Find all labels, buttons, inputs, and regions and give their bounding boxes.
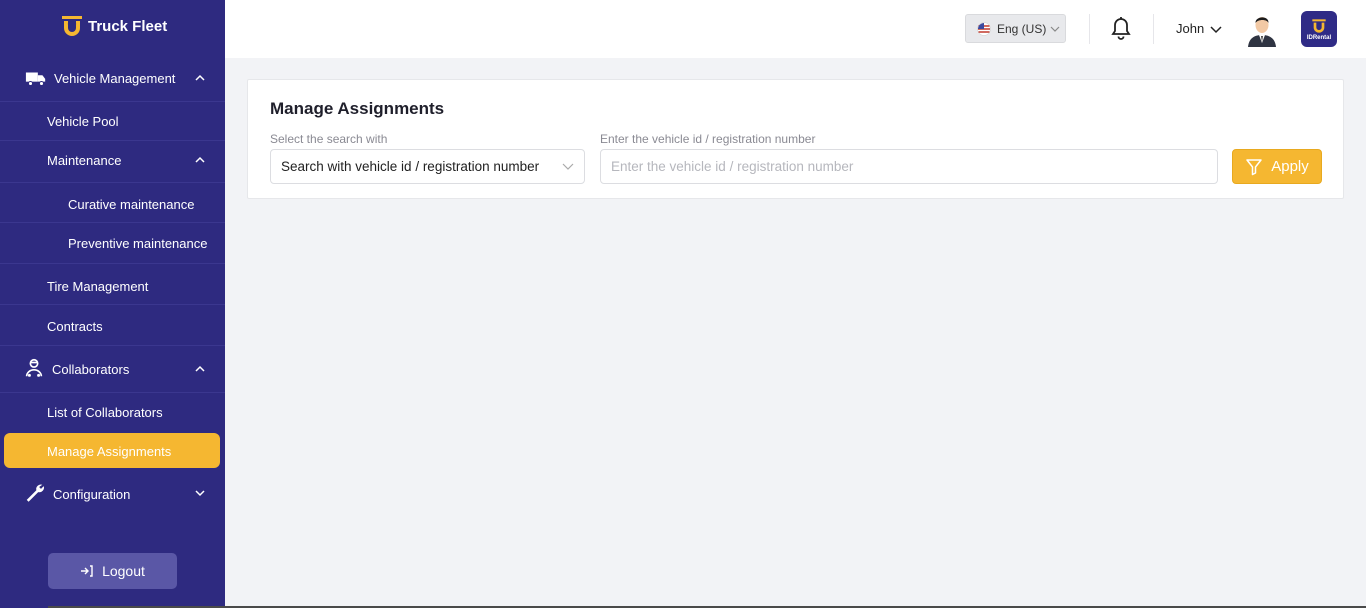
logout-label: Logout bbox=[102, 563, 145, 579]
divider bbox=[0, 101, 225, 102]
select-value: Search with vehicle id / registration nu… bbox=[281, 159, 540, 174]
sidebar-item-manage-assignments[interactable]: Manage Assignments bbox=[0, 442, 225, 460]
collaborator-icon bbox=[25, 358, 43, 377]
sidebar-item-configuration[interactable]: Configuration bbox=[0, 482, 225, 506]
sidebar-item-maintenance[interactable]: Maintenance bbox=[0, 151, 225, 169]
chevron-up-icon[interactable] bbox=[193, 71, 207, 85]
app-logo-text: IDRental bbox=[1306, 34, 1332, 41]
divider bbox=[1153, 14, 1154, 44]
us-flag-icon bbox=[977, 21, 991, 36]
sidebar-item-label: Manage Assignments bbox=[47, 443, 172, 459]
divider bbox=[1089, 14, 1090, 44]
chevron-down-icon bbox=[1050, 26, 1060, 32]
vehicle-id-input[interactable] bbox=[600, 149, 1218, 184]
apply-label: Apply bbox=[1271, 158, 1309, 175]
sidebar-item-vehicle-management[interactable]: Vehicle Management bbox=[0, 64, 225, 92]
truck-fleet-logo-icon bbox=[62, 16, 82, 36]
user-menu[interactable]: John bbox=[1176, 21, 1222, 36]
divider bbox=[0, 263, 225, 264]
sidebar-item-label: Vehicle Pool bbox=[47, 113, 119, 129]
sidebar-item-label: Maintenance bbox=[47, 152, 122, 168]
sidebar-item-label: Contracts bbox=[47, 318, 103, 334]
language-selector[interactable]: Eng (US) bbox=[965, 14, 1066, 43]
divider bbox=[0, 140, 225, 141]
chevron-up-icon[interactable] bbox=[193, 362, 207, 376]
sidebar-item-label: Configuration bbox=[53, 486, 131, 502]
chevron-down-icon bbox=[562, 163, 574, 170]
sidebar-item-list-of-collaborators[interactable]: List of Collaborators bbox=[0, 403, 225, 421]
app-logo[interactable]: IDRental bbox=[1301, 11, 1337, 47]
divider bbox=[0, 345, 225, 346]
sidebar-item-collaborators[interactable]: Collaborators bbox=[0, 356, 225, 382]
divider bbox=[0, 222, 225, 223]
sidebar-item-contracts[interactable]: Contracts bbox=[0, 317, 225, 335]
sidebar-item-label: Preventive maintenance bbox=[68, 235, 208, 251]
truck-icon bbox=[25, 72, 46, 86]
sidebar-item-label: Curative maintenance bbox=[68, 196, 195, 212]
notification-bell-icon[interactable] bbox=[1110, 16, 1132, 40]
input-label: Enter the vehicle id / registration numb… bbox=[600, 132, 816, 146]
filter-icon bbox=[1246, 158, 1262, 175]
brand-name: Truck Fleet bbox=[88, 17, 168, 35]
avatar[interactable] bbox=[1244, 11, 1280, 47]
sidebar-item-label: List of Collaborators bbox=[47, 404, 163, 420]
user-name: John bbox=[1176, 21, 1205, 36]
brand-logo[interactable]: Truck Fleet bbox=[60, 14, 167, 38]
logout-button[interactable]: Logout bbox=[48, 553, 177, 589]
divider bbox=[0, 182, 225, 183]
wrench-icon bbox=[26, 484, 44, 502]
sidebar-item-label: Collaborators bbox=[52, 361, 130, 377]
sidebar-item-label: Tire Management bbox=[47, 278, 149, 294]
select-label: Select the search with bbox=[270, 132, 388, 146]
search-type-select[interactable]: Search with vehicle id / registration nu… bbox=[270, 149, 585, 184]
sidebar: Truck Fleet Vehicle Management Vehicle P… bbox=[0, 0, 225, 608]
page-title: Manage Assignments bbox=[270, 99, 445, 118]
chevron-up-icon[interactable] bbox=[193, 153, 207, 167]
chevron-down-icon[interactable] bbox=[193, 486, 207, 500]
sidebar-item-curative-maintenance[interactable]: Curative maintenance bbox=[0, 195, 225, 213]
search-card: Manage Assignments Select the search wit… bbox=[247, 79, 1344, 199]
apply-button[interactable]: Apply bbox=[1232, 149, 1322, 184]
sidebar-item-vehicle-pool[interactable]: Vehicle Pool bbox=[0, 112, 225, 130]
logout-icon bbox=[81, 565, 93, 577]
sidebar-item-tire-management[interactable]: Tire Management bbox=[0, 277, 225, 295]
divider bbox=[0, 392, 225, 393]
sidebar-item-preventive-maintenance[interactable]: Preventive maintenance bbox=[0, 234, 225, 252]
chevron-down-icon bbox=[1210, 25, 1222, 33]
divider bbox=[0, 304, 225, 305]
language-label: Eng (US) bbox=[997, 21, 1047, 36]
idrental-logo-icon bbox=[1312, 18, 1326, 33]
sidebar-item-label: Vehicle Management bbox=[54, 70, 176, 86]
